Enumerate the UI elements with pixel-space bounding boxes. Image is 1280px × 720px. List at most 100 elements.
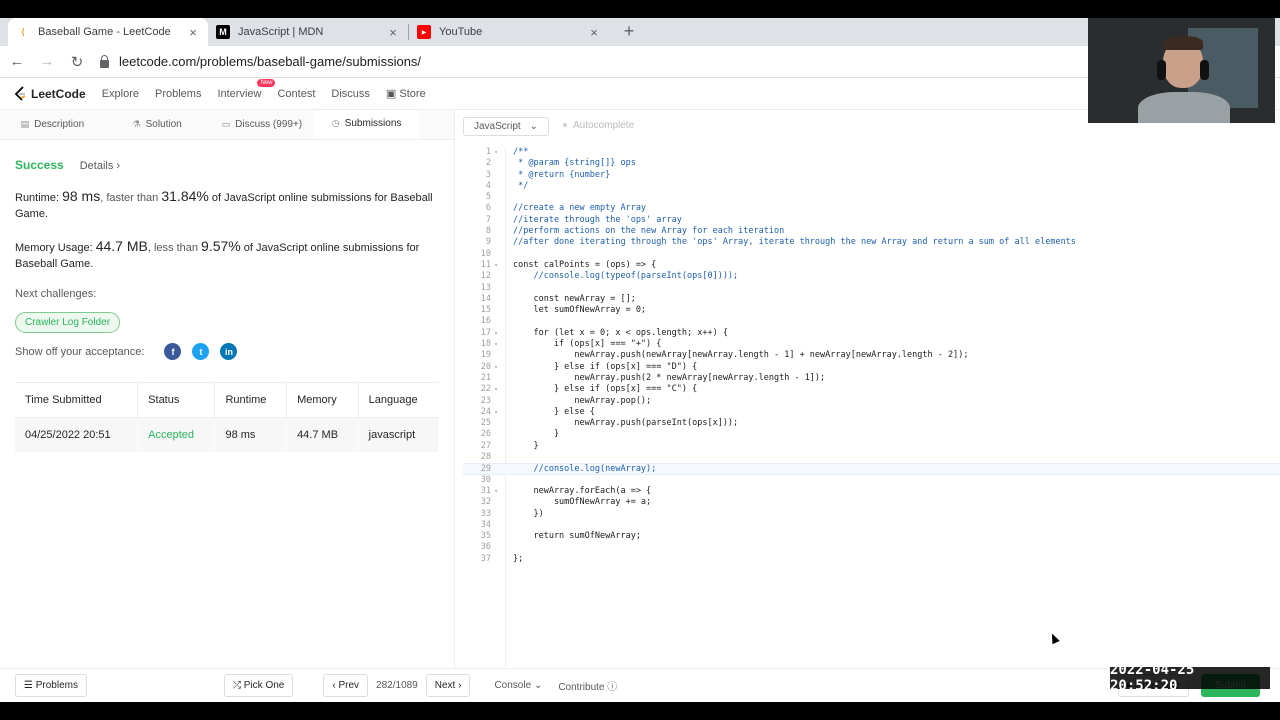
close-icon[interactable]: × (186, 25, 200, 40)
nav-store-label: Store (399, 88, 426, 100)
line-number: 2 (485, 158, 491, 169)
line-number: 14 (480, 293, 491, 304)
code-text: }) (513, 508, 544, 519)
reload-icon[interactable]: ↻ (64, 53, 90, 71)
fold-arrow-icon[interactable]: ▾ (491, 384, 501, 395)
tab-submissions[interactable]: ◷ Submissions (314, 110, 419, 139)
fold-arrow-icon[interactable]: ▾ (491, 328, 501, 339)
line-number: 36 (480, 542, 491, 553)
line-number: 8 (485, 226, 491, 237)
code-line: 31 ▾ newArray.forEach(a => { (463, 486, 1280, 497)
code-text: sumOfNewArray += a; (513, 497, 652, 508)
headphone-icon (1200, 60, 1209, 80)
shuffle-icon: ⤮ (233, 680, 241, 691)
fold-gutter (491, 215, 501, 226)
forward-arrow-icon[interactable]: → (34, 53, 60, 70)
code-text: newArray.forEach(a => { (513, 485, 652, 496)
back-arrow-icon[interactable]: ← (4, 53, 30, 70)
code-text: }; (513, 553, 524, 564)
new-tab-icon[interactable]: + (615, 18, 643, 46)
line-number: 26 (480, 429, 491, 440)
close-icon[interactable]: × (587, 25, 601, 40)
fold-arrow-icon[interactable]: ▾ (491, 339, 501, 350)
store-icon: ▣ (385, 88, 397, 100)
code-text: let sumOfNewArray = 0; (513, 305, 647, 316)
nav-explore[interactable]: Explore (102, 88, 139, 100)
details-link[interactable]: Details › (80, 160, 120, 172)
code-line: 24 ▾ } else { (463, 407, 1280, 418)
cell-status-link[interactable]: Accepted (137, 417, 216, 452)
col-memory: Memory (286, 382, 359, 418)
info-icon: ⓘ (607, 682, 618, 693)
prev-label: Prev (338, 680, 360, 691)
code-text: newArray.push(2 * newArray[newArray.leng… (513, 372, 826, 383)
tab-discuss[interactable]: ▭ Discuss (999+) (210, 110, 315, 139)
fold-gutter (491, 203, 501, 214)
fold-arrow-icon[interactable]: ▾ (491, 260, 501, 271)
language-value: JavaScript (474, 120, 521, 132)
fold-arrow-icon[interactable]: ▾ (491, 362, 501, 373)
memory-mid: , less than (147, 242, 202, 254)
code-text: //console.log(typeof(parseInt(ops[0]))); (513, 271, 739, 282)
code-line: 33 }) (463, 509, 1280, 520)
tab-label: Discuss (999+) (235, 119, 303, 130)
code-text: } else if (ops[x] === "D") { (513, 361, 698, 372)
code-text: //after done iterating through the 'ops'… (513, 237, 1076, 248)
nav-store[interactable]: ▣ Store (386, 87, 426, 100)
line-number: 35 (480, 531, 491, 542)
fold-gutter (491, 226, 501, 237)
pick-one-button[interactable]: ⤮ Pick One (224, 674, 294, 697)
table-row[interactable]: 04/25/2022 20:51 Accepted 98 ms 44.7 MB … (15, 417, 440, 452)
runtime-value: 98 ms (62, 188, 101, 204)
fold-arrow-icon[interactable]: ▾ (491, 486, 501, 497)
share-row: Show off your acceptance: f t in (15, 343, 439, 360)
nav-problems[interactable]: Problems (155, 88, 201, 100)
line-number: 31 (480, 485, 491, 496)
cell-language: javascript (358, 417, 440, 452)
linkedin-icon[interactable]: in (220, 343, 238, 360)
url-field[interactable]: leetcode.com/problems/baseball-game/subm… (100, 54, 421, 69)
code-text: //console.log(newArray); (513, 464, 657, 475)
contribute-link[interactable]: Contribute ⓘ (558, 678, 617, 693)
language-select[interactable]: JavaScript ⌄ (463, 116, 549, 136)
close-icon[interactable]: × (386, 25, 400, 40)
leetcode-icon: ⟨ (20, 26, 26, 37)
line-number: 22 (480, 384, 491, 395)
browser-tab-youtube[interactable]: ▶ YouTube × (409, 18, 609, 46)
code-editor-panel: JavaScript ⌄ Autocomplete 1 ▾/** 2 * @para… (463, 110, 1280, 668)
leetcode-logo[interactable]: LeetCode (14, 86, 86, 101)
prev-button[interactable]: ‹ Prev (323, 674, 369, 697)
next-challenge-button[interactable]: Crawler Log Folder (15, 312, 121, 333)
browser-tab-leetcode[interactable]: ⟨ Baseball Game - LeetCode × (8, 18, 208, 46)
next-button[interactable]: Next › (425, 674, 471, 697)
browser-tab-mdn[interactable]: M JavaScript | MDN × (208, 18, 408, 46)
autocomplete-toggle[interactable]: Autocomplete (563, 120, 634, 131)
list-icon: ☰ (24, 680, 33, 691)
nav-interview[interactable]: Interview New (217, 78, 276, 100)
code-line: 32 sumOfNewArray += a; (463, 497, 1280, 508)
tab-description[interactable]: ▤ Description (0, 110, 105, 139)
facebook-icon[interactable]: f (164, 343, 182, 360)
nav-contest[interactable]: Contest (277, 88, 315, 100)
fold-arrow-icon[interactable]: ▾ (491, 147, 501, 158)
line-number: 12 (480, 271, 491, 282)
line-number: 24 (480, 406, 491, 417)
nav-discuss[interactable]: Discuss (331, 88, 370, 100)
twitter-icon[interactable]: t (192, 343, 210, 360)
problems-button[interactable]: ☰ Problems (15, 674, 87, 697)
code-area[interactable]: 1 ▾/** 2 * @param {string[]} ops 3 * @retur… (463, 147, 1280, 565)
code-line: 14 const newArray = []; (463, 294, 1280, 305)
next-label: Next (434, 680, 456, 691)
fold-gutter (491, 192, 501, 203)
code-text: newArray.push(newArray[newArray.length -… (513, 350, 969, 361)
fold-gutter (491, 531, 501, 542)
line-number: 16 (480, 316, 491, 327)
tab-solution[interactable]: ⚗ Solution (105, 110, 210, 139)
cell-time: 04/25/2022 20:51 (15, 417, 139, 452)
fold-gutter (491, 497, 501, 508)
console-toggle[interactable]: Console ⌄ (494, 680, 542, 691)
code-text: /** (513, 147, 529, 157)
fold-arrow-icon[interactable]: ▾ (491, 407, 501, 418)
